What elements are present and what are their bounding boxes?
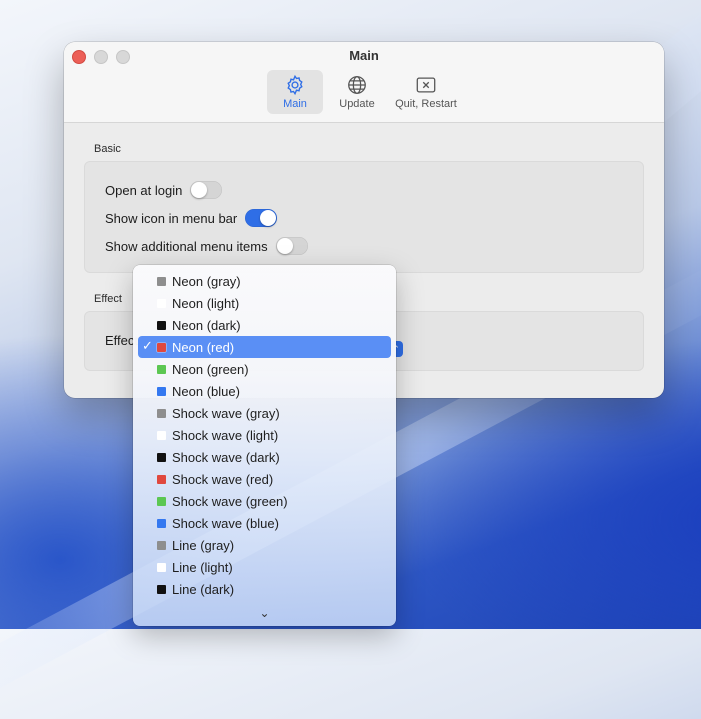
color-swatch-icon [157, 540, 166, 550]
globe-icon [348, 76, 366, 94]
open-at-login-label: Open at login [105, 182, 183, 198]
menu-item[interactable]: Shock wave (red) [138, 468, 391, 490]
menu-item[interactable]: Line (dark) [138, 578, 391, 600]
menu-item-label: Neon (red) [172, 339, 235, 355]
color-swatch-icon [157, 342, 166, 352]
color-swatch-icon [157, 364, 166, 374]
additional-items-label: Show additional menu items [105, 238, 268, 254]
close-box-icon [416, 77, 436, 93]
color-swatch-icon [157, 584, 166, 594]
show-icon-toggle[interactable] [245, 209, 278, 227]
color-swatch-icon [157, 562, 166, 572]
tab-update[interactable]: Update [329, 70, 385, 114]
menu-item[interactable]: ✓ Neon (red) [138, 336, 391, 358]
additional-items-toggle[interactable] [275, 237, 308, 255]
color-swatch-icon [157, 496, 166, 506]
color-swatch-icon [157, 276, 166, 286]
tab-main[interactable]: Main [267, 70, 323, 114]
menu-item[interactable]: Shock wave (blue) [138, 512, 391, 534]
basic-group: Open at login Show icon in menu bar Show… [84, 161, 644, 273]
menu-item[interactable]: Neon (blue) [138, 380, 391, 402]
menu-item-label: Shock wave (dark) [172, 449, 280, 465]
scroll-down-chevron-icon[interactable]: ⌄ [133, 606, 396, 624]
tab-update-label: Update [339, 98, 375, 110]
tab-quit-restart-label: Quit, Restart [395, 98, 457, 110]
menu-item-label: Neon (blue) [172, 383, 240, 399]
color-swatch-icon [157, 430, 166, 440]
window-toolbar: Main Main Update Quit, Restart [64, 42, 664, 123]
menu-item[interactable]: Shock wave (gray) [138, 402, 391, 424]
menu-item-label: Shock wave (light) [172, 427, 279, 443]
open-at-login-row: Open at login [105, 176, 623, 204]
menu-item-label: Shock wave (green) [172, 493, 288, 509]
menu-item-label: Shock wave (red) [172, 471, 274, 487]
effect-menu-list: Neon (gray) Neon (light) Neon (dark) ✓ Neon … [133, 265, 396, 600]
menu-item-label: Line (light) [172, 559, 233, 575]
menu-item[interactable]: Line (light) [138, 556, 391, 578]
menu-item-label: Neon (gray) [172, 273, 241, 289]
basic-section-title: Basic [94, 143, 121, 155]
menu-item-label: Neon (green) [172, 361, 249, 377]
menu-item-label: Line (dark) [172, 581, 235, 597]
show-icon-row: Show icon in menu bar [105, 204, 623, 232]
gear-icon [287, 74, 303, 96]
menu-item[interactable]: Shock wave (dark) [138, 446, 391, 468]
window-title: Main [349, 48, 379, 63]
color-swatch-icon [157, 518, 166, 528]
color-swatch-icon [157, 320, 166, 330]
menu-item[interactable]: Line (gray) [138, 534, 391, 556]
color-swatch-icon [157, 452, 166, 462]
menu-item-label: Neon (dark) [172, 317, 241, 333]
menu-item[interactable]: Neon (light) [138, 292, 391, 314]
color-swatch-icon [157, 474, 166, 484]
color-swatch-icon [157, 298, 166, 308]
menu-item-label: Line (gray) [172, 537, 235, 553]
checkmark-icon: ✓ [142, 338, 153, 353]
toolbar-tabs: Main Update Quit, Restart [64, 70, 664, 114]
menu-item-label: Shock wave (gray) [172, 405, 280, 421]
open-at-login-toggle[interactable] [190, 181, 223, 199]
color-swatch-icon [157, 386, 166, 396]
menu-item-label: Neon (light) [172, 295, 240, 311]
menu-item[interactable]: Neon (dark) [138, 314, 391, 336]
tab-main-label: Main [283, 98, 307, 110]
effect-popup-menu: Neon (gray) Neon (light) Neon (dark) ✓ Neon … [133, 265, 396, 626]
menu-item-label: Shock wave (blue) [172, 515, 279, 531]
tab-quit-restart[interactable]: Quit, Restart [391, 70, 461, 114]
additional-items-row: Show additional menu items [105, 232, 623, 260]
show-icon-label: Show icon in menu bar [105, 210, 238, 226]
menu-item[interactable]: Neon (green) [138, 358, 391, 380]
menu-item[interactable]: Neon (gray) [138, 270, 391, 292]
menu-item[interactable]: Shock wave (green) [138, 490, 391, 512]
color-swatch-icon [157, 408, 166, 418]
menu-item[interactable]: Shock wave (light) [138, 424, 391, 446]
